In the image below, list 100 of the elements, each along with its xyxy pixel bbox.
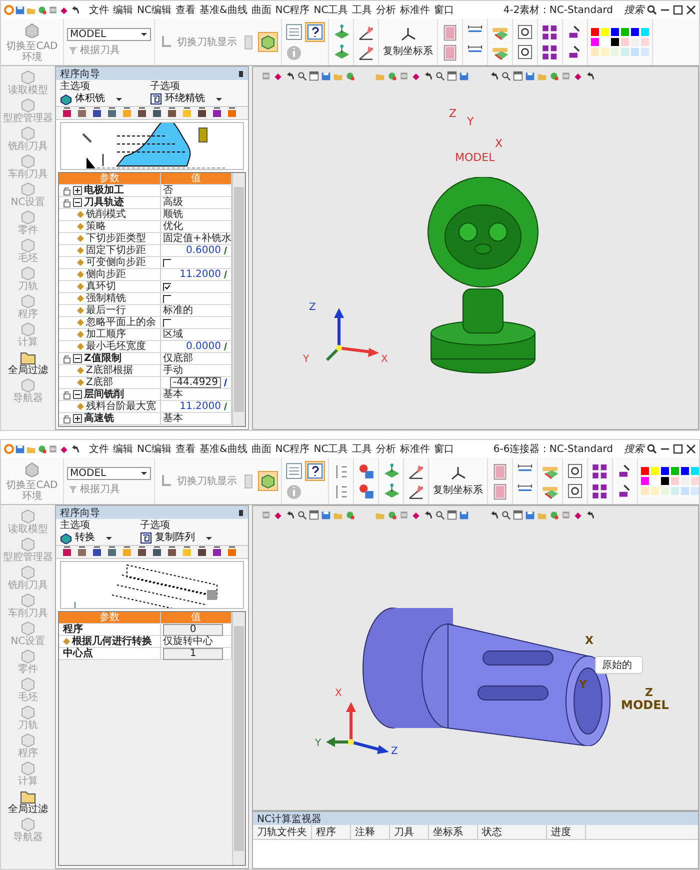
help-button[interactable] (305, 22, 325, 42)
sidebar-item[interactable]: 全局过滤 (8, 349, 48, 376)
cad-switch-button[interactable]: 切换至CAD环境 (4, 460, 60, 502)
tool-icon[interactable] (211, 107, 223, 119)
diamond-icon[interactable] (573, 71, 583, 81)
grid-icon[interactable] (261, 510, 271, 520)
menu-item[interactable]: 基准&曲线 (199, 3, 248, 17)
tool-icon[interactable] (166, 546, 178, 558)
save-icon[interactable] (459, 71, 469, 81)
menu-item[interactable]: NC程序 (275, 442, 310, 456)
formula-icon[interactable] (223, 270, 229, 279)
sub-option-select[interactable]: 环绕精铣 (150, 93, 222, 105)
undo-icon[interactable] (70, 5, 80, 15)
tool-icon[interactable] (196, 546, 208, 558)
copy-csys-button[interactable]: 复制坐标系 (432, 465, 484, 497)
shapes-icon[interactable] (387, 71, 397, 81)
undo-icon[interactable] (489, 71, 499, 81)
transform-icon[interactable] (591, 462, 609, 480)
expand-toggle[interactable] (73, 354, 82, 363)
tool-icon[interactable] (181, 107, 193, 119)
model-dropdown[interactable]: MODEL (67, 466, 151, 480)
formula-icon[interactable] (223, 402, 229, 411)
color-palette[interactable] (591, 28, 649, 56)
menu-item[interactable]: 文件 (89, 442, 109, 456)
list-icon[interactable] (285, 23, 303, 41)
cad-switch-button[interactable]: 切换至CAD环境 (4, 20, 60, 64)
diamond-icon[interactable] (411, 510, 421, 520)
toggle-button[interactable] (258, 32, 278, 52)
plane-icon[interactable] (382, 482, 400, 500)
search-icon[interactable] (435, 510, 445, 520)
close-icon[interactable] (686, 5, 696, 15)
grid-icon[interactable] (561, 510, 571, 520)
undo-icon[interactable] (285, 510, 295, 520)
value-field[interactable]: 1 (163, 648, 223, 660)
shapes-icon[interactable] (345, 71, 355, 81)
shapes-icon[interactable] (387, 510, 397, 520)
shapes-icon[interactable] (549, 510, 559, 520)
diamond-icon[interactable] (411, 71, 421, 81)
tool-icon[interactable] (226, 546, 238, 558)
menu-item[interactable]: 文件 (89, 3, 109, 17)
menu-item[interactable]: 编辑 (113, 3, 133, 17)
sub-option-select[interactable]: 复制阵列 (140, 532, 212, 544)
frame-icon[interactable] (441, 23, 459, 41)
diamond-icon[interactable] (59, 5, 69, 15)
undo-icon[interactable] (423, 510, 433, 520)
menu-item[interactable]: 分析 (376, 442, 396, 456)
formula-icon[interactable] (223, 342, 229, 351)
search-icon[interactable] (647, 444, 657, 454)
grid-icon[interactable] (48, 5, 58, 15)
toolpath-toggle-button[interactable]: 切换刀轨显示 (158, 472, 238, 490)
menu-item[interactable]: 工具 (352, 3, 372, 17)
diamond-icon[interactable] (573, 510, 583, 520)
grid-icon[interactable] (561, 71, 571, 81)
menu-item[interactable]: NC编辑 (137, 442, 172, 456)
tool-icon[interactable] (121, 546, 133, 558)
tool-icon[interactable] (196, 107, 208, 119)
tool-icon[interactable] (151, 546, 163, 558)
zoom-icon[interactable] (516, 43, 534, 61)
diamond-icon[interactable] (59, 444, 69, 454)
transform-icon[interactable] (541, 23, 559, 41)
tool-icon[interactable] (106, 107, 118, 119)
tool-icon[interactable] (151, 107, 163, 119)
frame-icon[interactable] (491, 482, 509, 500)
grid-icon[interactable] (399, 71, 409, 81)
by-tool-button[interactable]: 根据刀具 (67, 482, 151, 496)
help-button[interactable] (305, 461, 325, 481)
value-field[interactable]: -44.4929 (170, 377, 221, 388)
menu-item[interactable]: NC程序 (275, 3, 310, 17)
scrollbar[interactable] (232, 173, 245, 426)
undo-icon[interactable] (585, 510, 595, 520)
main-option-select[interactable]: 转换 (60, 532, 112, 544)
tool-icon[interactable] (181, 546, 193, 558)
tool-icon[interactable] (211, 546, 223, 558)
save-icon[interactable] (525, 71, 535, 81)
model-dropdown[interactable]: MODEL (67, 28, 151, 40)
tool-icon[interactable] (226, 107, 238, 119)
transform-icon[interactable] (541, 43, 559, 61)
shapes-icon[interactable] (549, 71, 559, 81)
frame-icon[interactable] (441, 43, 459, 61)
grid-icon[interactable] (399, 510, 409, 520)
tool-icon[interactable] (91, 546, 103, 558)
by-tool-button[interactable]: 根据刀具 (67, 44, 151, 56)
checkbox[interactable] (163, 318, 171, 326)
formula-icon[interactable] (223, 378, 229, 387)
tool-icon[interactable] (76, 107, 88, 119)
menu-item[interactable]: 标准件 (400, 3, 430, 17)
tool-icon[interactable] (166, 107, 178, 119)
grid-icon[interactable] (261, 71, 271, 81)
zoom-icon[interactable] (566, 462, 584, 480)
toolpath-toggle-button[interactable]: 切换刀轨显示 (158, 33, 238, 51)
frame-icon[interactable] (491, 462, 509, 480)
formula-icon[interactable] (223, 246, 229, 255)
expand-toggle[interactable] (73, 414, 82, 423)
sidebar-item[interactable]: 全局过滤 (8, 788, 48, 815)
search-icon[interactable] (647, 5, 657, 15)
plane-icon[interactable] (332, 43, 350, 61)
expand-toggle[interactable] (73, 390, 82, 399)
search-icon[interactable] (297, 71, 307, 81)
main-option-select[interactable]: 体积铣 (60, 93, 122, 105)
save-icon[interactable] (321, 71, 331, 81)
